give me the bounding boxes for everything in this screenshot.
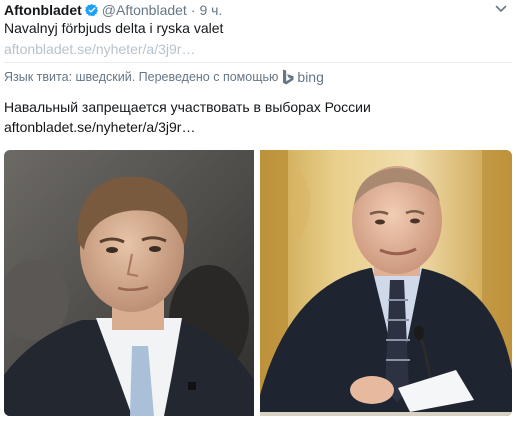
tweet-text: Navalnyj förbjuds delta i ryska valet bbox=[4, 20, 224, 36]
tweet-header: Aftonbladet @Aftonbladet · 9 ч. bbox=[4, 0, 222, 20]
tweet-card: Aftonbladet @Aftonbladet · 9 ч. Navalnyj… bbox=[0, 0, 516, 424]
photo-left[interactable] bbox=[4, 150, 254, 416]
verified-badge-icon bbox=[84, 3, 98, 17]
photo-right[interactable] bbox=[260, 150, 512, 416]
translation-note-text: Язык твита: шведский. Переведено с помощ… bbox=[4, 70, 279, 84]
translated-link[interactable]: aftonbladet.se/nyheter/a/3j9r… bbox=[4, 118, 195, 136]
chevron-down-icon[interactable] bbox=[494, 2, 508, 16]
author-handle[interactable]: @Aftonbladet bbox=[102, 2, 187, 18]
bing-logo-icon bbox=[283, 69, 294, 85]
tweet-timestamp[interactable]: 9 ч. bbox=[199, 2, 222, 18]
translated-text: Навальный запрещается участвовать в выбо… bbox=[4, 99, 371, 115]
translation-note: Язык твита: шведский. Переведено с помощ… bbox=[4, 68, 324, 86]
bing-label: bing bbox=[297, 69, 324, 85]
bing-attribution[interactable]: bing bbox=[282, 69, 324, 85]
divider bbox=[4, 62, 512, 63]
media-grid bbox=[4, 150, 512, 416]
tweet-link[interactable]: aftonbladet.se/nyheter/a/3j9r… bbox=[4, 40, 195, 58]
separator-dot: · bbox=[190, 2, 196, 18]
author-name[interactable]: Aftonbladet bbox=[4, 2, 82, 18]
